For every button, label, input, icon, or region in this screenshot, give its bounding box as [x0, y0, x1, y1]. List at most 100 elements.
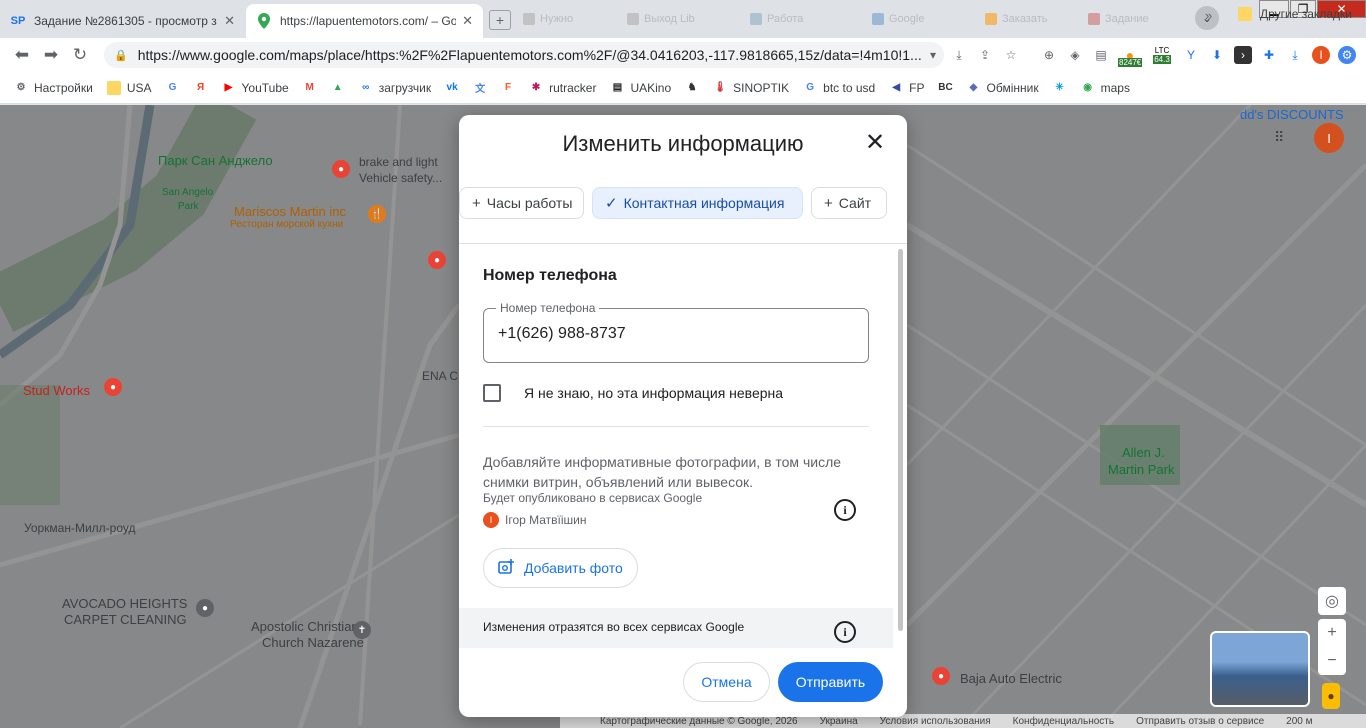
ublock-icon[interactable]: ◈ [1066, 46, 1084, 64]
reload-icon[interactable]: ↻ [70, 45, 90, 65]
apps-grid-icon[interactable]: ⠿ [1274, 129, 1292, 147]
other-bookmarks[interactable]: Другие закладки [1238, 7, 1352, 21]
add-photo-icon [498, 558, 514, 578]
bookmark-item[interactable]: ✳ [1053, 81, 1073, 95]
bookmark-item[interactable]: BC [938, 81, 959, 95]
forward-icon[interactable]: ➡ [41, 45, 61, 65]
edit-info-dialog: Изменить информацию ✕ + Часы работы ✓ Ко… [459, 115, 907, 717]
my-location-icon[interactable]: ◎ [1318, 587, 1346, 615]
save-icon[interactable]: ⬇ [1208, 46, 1226, 64]
close-tab-icon[interactable]: ✕ [462, 13, 473, 29]
litecoin-icon[interactable]: LTC 64.3 [1150, 46, 1174, 64]
bookmark-item[interactable]: ◆ Обмінник [967, 81, 1039, 95]
translate-icon: 文 [475, 84, 486, 95]
bookmark-item[interactable]: ▶ YouTube [222, 81, 289, 95]
add-photo-button[interactable]: Добавить фото [483, 548, 638, 588]
unknown-incorrect-checkbox[interactable] [483, 384, 501, 402]
bookmark-item[interactable]: G [166, 81, 186, 95]
bookmark-star-icon[interactable]: ☆ [1002, 46, 1020, 64]
church-pin-icon[interactable]: ✝ [353, 621, 371, 639]
account-avatar[interactable]: I [1314, 123, 1344, 153]
bookmark-item[interactable]: ◀ FP [889, 81, 924, 95]
download-page-icon[interactable]: ⤓ [950, 46, 968, 64]
divider [483, 426, 869, 427]
shop-pin-icon[interactable]: ● [104, 378, 122, 396]
cancel-button[interactable]: Отмена [683, 662, 770, 702]
back-icon[interactable]: ⬅ [12, 45, 32, 65]
photo-hint: Добавляйте информативные фотографии, в т… [483, 454, 842, 490]
bookmark-item[interactable]: vk [445, 81, 465, 95]
zoom-in-icon[interactable]: + [1327, 619, 1336, 647]
bookmark-item[interactable]: ✱ rutracker [529, 81, 597, 95]
map-label: ENA C [422, 369, 459, 383]
map-label: Stud Works [23, 383, 90, 398]
footer-link[interactable]: Украина [820, 716, 858, 727]
dropdown-arrow-icon[interactable]: ▾ [924, 46, 942, 64]
pegman-icon[interactable]: ● [1322, 683, 1340, 709]
downloads-icon[interactable]: ⤓ [1286, 46, 1304, 64]
briefcase-icon[interactable]: ▤ [1092, 46, 1110, 64]
extensions-puzzle-icon[interactable]: ✚ [1260, 46, 1278, 64]
restaurant-pin-icon[interactable]: 🍴 [368, 205, 386, 223]
bookmark-label: btc to usd [823, 80, 876, 95]
bookmark-item[interactable]: ∞ загрузчик [359, 81, 431, 95]
tab-maps[interactable]: https://lapuentemotors.com/ – Go ✕ [246, 4, 483, 38]
phone-input[interactable] [498, 325, 854, 343]
place-pin-icon[interactable]: ● [932, 667, 950, 685]
close-icon[interactable]: ✕ [863, 131, 887, 155]
footer-link[interactable]: Условия использования [880, 716, 991, 727]
bitcoin-icon[interactable]: ● 8247€ [1118, 46, 1143, 67]
bookmark-item[interactable]: ▲ [331, 81, 351, 95]
bookmark-item[interactable]: USA [106, 80, 152, 95]
bookmark-item[interactable]: M [303, 81, 323, 95]
bookmarks-overflow-icon[interactable]: » [1205, 8, 1212, 23]
place-pin-icon[interactable]: ● [332, 160, 350, 178]
terminal-icon[interactable]: › [1234, 46, 1252, 64]
bookmark-item[interactable]: Я [194, 81, 214, 95]
scrollbar[interactable] [898, 249, 903, 631]
share-icon[interactable]: ⇪ [976, 46, 994, 64]
street-view-thumbnail[interactable] [1210, 631, 1310, 707]
bookmark-label: Настройки [34, 80, 93, 95]
chip-website[interactable]: + Сайт [811, 187, 887, 219]
bookmark-item[interactable]: ▤ UAKino [610, 81, 671, 95]
zoom-control: + − [1318, 619, 1346, 675]
map-label: Baja Auto Electric [960, 671, 1062, 686]
close-tab-icon[interactable]: ✕ [224, 13, 235, 29]
bookmark-item[interactable]: ◉ maps [1081, 81, 1130, 95]
notice-text: Изменения отразятся во всех сервисах Goo… [483, 620, 745, 634]
globe-icon[interactable]: ⊕ [1040, 46, 1058, 64]
bookmark-label: USA [126, 80, 152, 95]
info-icon[interactable]: i [834, 499, 856, 521]
bookmark-item[interactable]: ♞ [685, 81, 705, 95]
place-pin-icon[interactable]: ● [428, 251, 446, 269]
ghost-tab: Выход Lib [627, 8, 695, 30]
section-title: Номер телефона [483, 267, 617, 284]
phone-field[interactable]: Номер телефона [483, 301, 869, 363]
address-bar[interactable]: 🔒 https://www.google.com/maps/place/http… [104, 42, 944, 68]
footer-link[interactable]: Конфиденциальность [1013, 716, 1114, 727]
info-icon[interactable]: i [834, 621, 856, 643]
chip-hours[interactable]: + Часы работы [459, 187, 584, 219]
zoom-out-icon[interactable]: − [1327, 647, 1336, 675]
service-pin-icon[interactable]: ● [196, 599, 214, 617]
chip-contact[interactable]: ✓ Контактная информация [592, 187, 803, 219]
bookmark-item[interactable]: F [501, 81, 521, 95]
tab-task[interactable]: SP Задание №2861305 - просмотр з ✕ [0, 4, 245, 38]
footer-link[interactable]: Отправить отзыв о сервисе [1136, 716, 1264, 727]
bookmark-item[interactable]: 文 [473, 81, 493, 95]
new-tab-button[interactable]: + [489, 10, 511, 30]
bookmark-item[interactable]: ⚙ Настройки [14, 81, 93, 95]
submit-button[interactable]: Отправить [778, 662, 883, 702]
chrome-update-icon[interactable]: ⚙ [1338, 46, 1356, 64]
bookmark-item[interactable]: 🌡 SINOPTIK [713, 81, 789, 95]
chip-label: Контактная информация [623, 195, 785, 211]
folder-icon [1238, 7, 1252, 21]
maps-icon: ◉ [1083, 82, 1092, 93]
maps-pin-icon [256, 13, 272, 29]
vpn-icon[interactable]: Y [1182, 46, 1200, 64]
bookmark-label: FP [909, 80, 925, 95]
bookmark-item[interactable]: Gbtc to usd [803, 81, 875, 95]
profile-avatar[interactable]: I [1312, 46, 1330, 64]
chip-label: Часы работы [486, 195, 573, 211]
